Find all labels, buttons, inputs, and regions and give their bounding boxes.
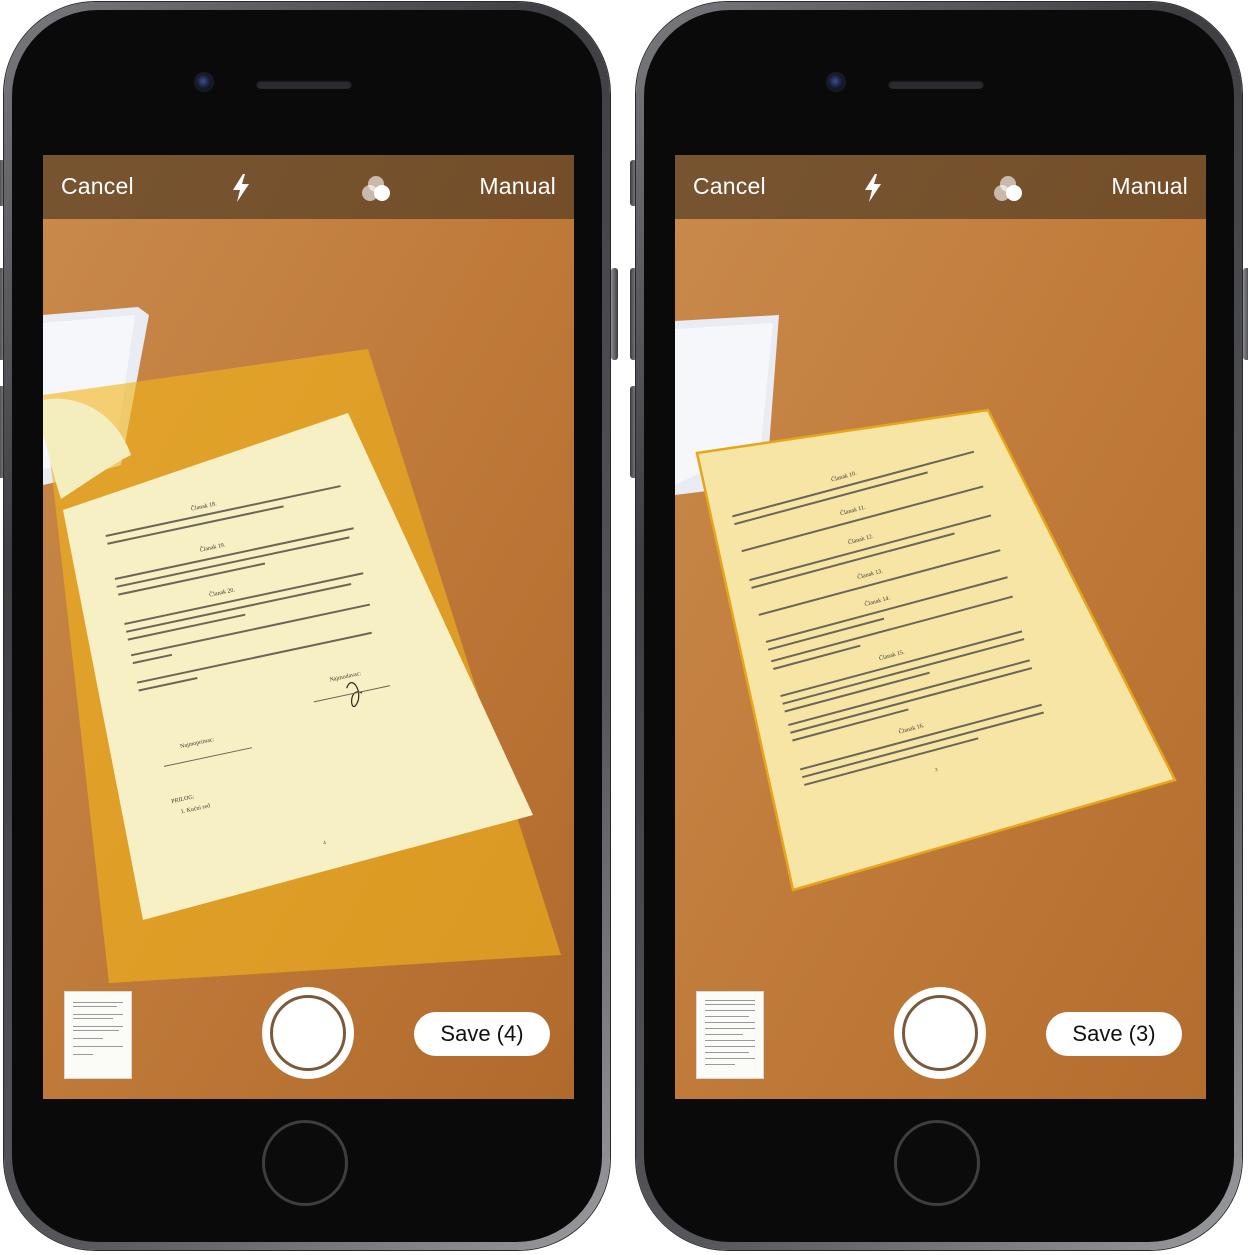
scan-thumbnail[interactable] <box>696 991 764 1079</box>
save-button[interactable]: Save (4) <box>414 1012 550 1056</box>
scan-thumbnail[interactable] <box>64 991 132 1079</box>
shutter-inner-ring <box>902 995 978 1071</box>
home-button <box>894 1120 980 1206</box>
power-button <box>1243 268 1248 360</box>
shutter-button[interactable] <box>894 987 986 1079</box>
camera-viewfinder: Članak 10. Članak 11. Članak 12. Članak … <box>675 155 1206 1099</box>
power-button <box>611 268 618 360</box>
flash-icon[interactable] <box>230 173 252 203</box>
filters-icon[interactable] <box>992 173 1024 205</box>
camera-screen: Članak 10. Članak 11. Članak 12. Članak … <box>675 155 1206 1099</box>
shutter-button[interactable] <box>262 987 354 1079</box>
earpiece-speaker <box>888 80 984 89</box>
thumbnail-page-lines <box>73 1002 123 1055</box>
thumbnail-page-lines <box>705 1000 755 1065</box>
shutter-inner-ring <box>270 995 346 1071</box>
filters-icon[interactable] <box>360 173 392 205</box>
top-bar: Cancel Manual <box>43 155 574 219</box>
front-camera <box>828 74 844 90</box>
front-camera <box>196 74 212 90</box>
manual-button[interactable]: Manual <box>1111 173 1188 200</box>
camera-screen: Članak 18. Članak 19. Članak 20. Najmoda… <box>43 155 574 1099</box>
save-button[interactable]: Save (3) <box>1046 1012 1182 1056</box>
camera-viewfinder: Članak 18. Članak 19. Članak 20. Najmoda… <box>43 155 574 1099</box>
cancel-button[interactable]: Cancel <box>693 173 766 200</box>
top-bar: Cancel Manual <box>675 155 1206 219</box>
flash-icon[interactable] <box>862 173 884 203</box>
phone-right: Članak 10. Članak 11. Članak 12. Članak … <box>630 2 1248 1252</box>
cancel-button[interactable]: Cancel <box>61 173 134 200</box>
earpiece-speaker <box>256 80 352 89</box>
phone-left: Članak 18. Članak 19. Članak 20. Najmoda… <box>0 2 618 1252</box>
manual-button[interactable]: Manual <box>479 173 556 200</box>
home-button <box>262 1120 348 1206</box>
